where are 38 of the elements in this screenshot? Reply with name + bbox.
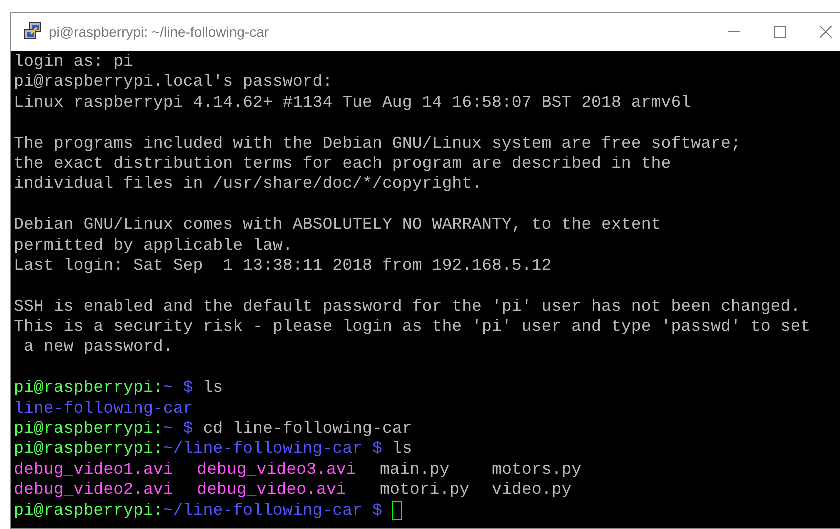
terminal-text: This is a security risk - please login as the 'pi' user and type 'passwd' to set xyxy=(14,317,811,338)
window-title: pi@raspberrypi: ~/line-following-car xyxy=(49,22,270,42)
terminal-text: video.py xyxy=(492,480,573,501)
prompt-host: pi@raspberrypi: xyxy=(14,500,164,521)
terminal-text: motors.py xyxy=(492,460,583,480)
terminal-text: ls xyxy=(391,439,412,460)
terminal-text: individual files in /usr/share/doc/*/copyright. xyxy=(14,174,482,195)
terminal-text: The programs included with the Debian GNU/Linux system are free software; xyxy=(14,134,741,154)
terminal-text: ls xyxy=(202,378,224,399)
maximize-icon xyxy=(774,26,786,38)
minimize-icon xyxy=(728,31,740,33)
prompt-host: pi@raspberrypi: xyxy=(14,378,164,399)
terminal-text: cd line-following-car xyxy=(202,419,412,440)
terminal-text: motori.py xyxy=(380,480,471,501)
terminal-text: SSH is enabled and the default password for the 'pi' user has not been changed. xyxy=(14,296,801,318)
file-name: debug_video2.avi xyxy=(14,480,174,501)
prompt-path: ~ $ xyxy=(163,419,194,440)
file-name: debug_video.avi xyxy=(197,480,348,501)
file-name: debug_video1.avi xyxy=(14,460,174,480)
prompt-path: ~/line-following-car $ xyxy=(163,500,382,521)
close-icon xyxy=(820,26,832,38)
directory-name: line-following-car xyxy=(14,398,194,420)
text-cursor xyxy=(392,501,402,520)
prompt-path: ~ $ xyxy=(163,378,194,399)
file-name: debug_video3.avi xyxy=(197,460,358,480)
terminal-text: Last login: Sat Sep 1 13:38:11 2018 from 192.168.5.12 xyxy=(14,256,552,276)
computers-icon xyxy=(23,22,43,42)
terminal-text: a new password. xyxy=(22,337,174,358)
terminal-text: main.py xyxy=(380,460,451,480)
terminal-text: the exact distribution terms for each program are described in the xyxy=(14,154,672,174)
terminal-text: pi@raspberrypi.local's password: xyxy=(14,72,333,93)
terminal-text: Linux raspberrypi 4.14.62+ #1134 Tue Aug 14 16:58:07 BST 2018 armv6l xyxy=(14,92,692,114)
prompt-host: pi@raspberrypi: xyxy=(14,419,164,440)
prompt-host: pi@raspberrypi: xyxy=(14,439,164,460)
terminal-text: login as: pi xyxy=(14,52,134,72)
terminal-text: permitted by applicable law. xyxy=(14,236,293,256)
prompt-path: ~/line-following-car $ xyxy=(163,439,382,460)
terminal-text: Debian GNU/Linux comes with ABSOLUTELY NO WARRANTY, to the extent xyxy=(14,215,662,236)
